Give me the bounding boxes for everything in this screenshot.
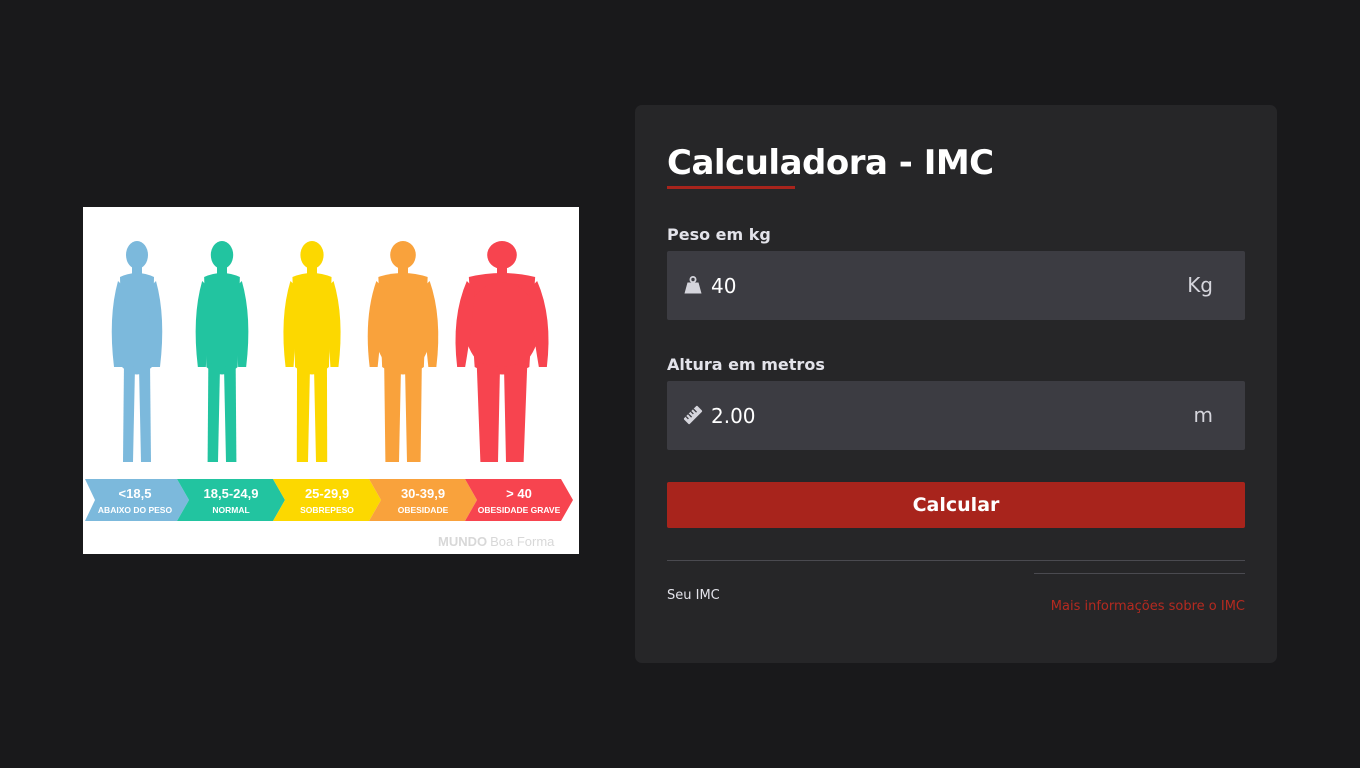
title-underline	[667, 186, 795, 189]
weight-field[interactable]: Kg	[667, 251, 1245, 320]
weight-unit: Kg	[1187, 273, 1213, 297]
height-label: Altura em metros	[667, 355, 825, 374]
category-range: 25-29,9	[305, 486, 349, 501]
body-figure	[195, 241, 249, 462]
body-figure	[367, 241, 439, 462]
page-title: Calculadora - IMC	[667, 143, 994, 183]
category-label: OBESIDADE	[398, 505, 449, 515]
height-field[interactable]: m	[667, 381, 1245, 450]
calculate-button[interactable]: Calcular	[667, 482, 1245, 528]
category-range: > 40	[506, 486, 532, 501]
ruler-icon	[683, 405, 703, 425]
height-unit: m	[1193, 403, 1213, 427]
body-types-chart: <18,5 ABAIXO DO PESO 18,5-24,9 NORMAL 25-29,…	[85, 241, 573, 549]
weight-label: Peso em kg	[667, 225, 771, 244]
weight-input[interactable]	[711, 251, 1131, 320]
category-label: ABAIXO DO PESO	[98, 505, 173, 515]
result-value-line	[1034, 573, 1245, 574]
divider	[667, 560, 1245, 561]
category-range: 18,5-24,9	[204, 486, 259, 501]
category-range: 30-39,9	[401, 486, 445, 501]
height-input[interactable]	[711, 381, 1131, 450]
result-label: Seu IMC	[667, 588, 720, 603]
more-info-link[interactable]: Mais informações sobre o IMC	[1051, 599, 1245, 614]
category-label: OBESIDADE GRAVE	[478, 505, 561, 515]
body-figure	[455, 241, 549, 462]
watermark-logo: MUNDO Boa Forma	[438, 534, 555, 549]
calculator-card: Calculadora - IMC Peso em kg Kg Altura e…	[635, 105, 1277, 663]
imc-illustration: <18,5 ABAIXO DO PESO 18,5-24,9 NORMAL 25-29,…	[83, 207, 579, 554]
weight-icon	[684, 276, 702, 294]
body-figure	[111, 241, 163, 462]
category-label: SOBREPESO	[300, 505, 354, 515]
body-figure	[283, 241, 341, 462]
category-range: <18,5	[119, 486, 152, 501]
category-label: NORMAL	[212, 505, 249, 515]
